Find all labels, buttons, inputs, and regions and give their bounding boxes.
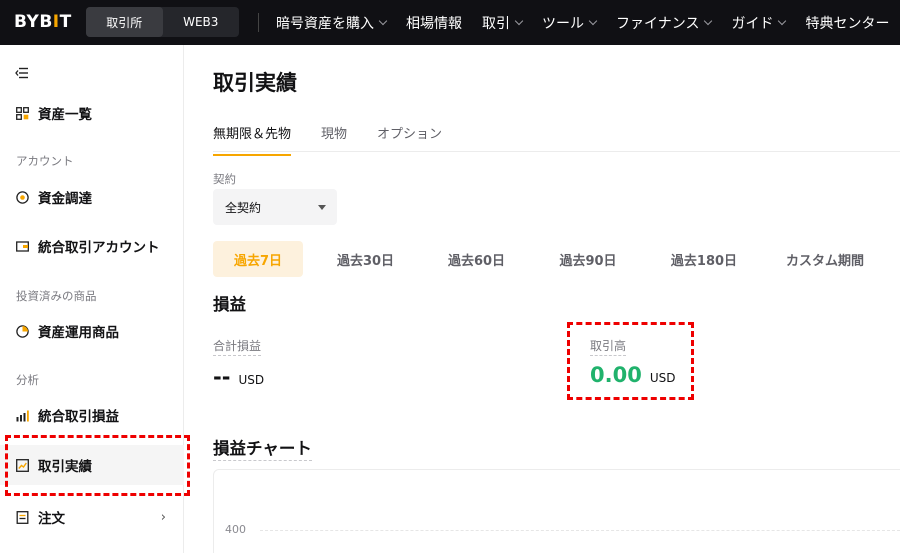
chevron-down-icon <box>778 16 787 25</box>
trend-chart-icon <box>16 458 29 472</box>
sidebar-item-label: 取引実績 <box>38 459 92 475</box>
caret-down-icon <box>318 205 326 210</box>
nav-link[interactable]: 取引 <box>482 13 524 33</box>
pnl-chart-title: 損益チャート <box>213 435 312 461</box>
nav-link[interactable]: 特典センター <box>805 13 889 33</box>
nav-link[interactable]: ファイナンス <box>616 13 713 33</box>
period-60d[interactable]: 過去60日 <box>428 241 525 277</box>
total-pnl-unit: USD <box>238 373 265 387</box>
nav-link[interactable]: ツール <box>542 13 598 33</box>
pnl-section-title: 損益 <box>213 295 246 314</box>
nav-link[interactable]: ガイド <box>731 13 787 33</box>
top-navigation: BYBIT 取引所 WEB3 暗号資産を購入 相場情報 取引 ツール ファイナンス ガイド… <box>0 0 900 45</box>
nav-link-label: 取引 <box>482 15 510 32</box>
sidebar-item-label: 資産一覧 <box>38 107 92 123</box>
bybit-logo[interactable]: BYBIT <box>14 12 72 32</box>
coin-icon <box>16 190 29 204</box>
trading-volume-number: 0.00 <box>590 363 642 387</box>
sidebar-item-earn[interactable]: 資産運用商品 <box>0 311 184 351</box>
sidebar-item-funding[interactable]: 資金調達 <box>0 177 184 217</box>
bar-chart-icon <box>16 410 29 421</box>
trading-volume-unit: USD <box>649 371 676 385</box>
trading-volume-value: 0.00 USD <box>590 363 675 387</box>
period-7d[interactable]: 過去7日 <box>213 241 303 277</box>
exchange-tab[interactable]: 取引所 <box>86 7 163 37</box>
chevron-down-icon <box>704 16 713 25</box>
chevron-down-icon <box>378 16 388 25</box>
grid-icon <box>16 106 29 120</box>
total-pnl-number: -- <box>213 365 231 389</box>
nav-link-label: 暗号資産を購入 <box>276 15 374 32</box>
period-custom[interactable]: カスタム期間 <box>757 241 893 277</box>
nav-link-label: ツール <box>542 15 584 32</box>
trading-volume-label: 取引高 <box>590 337 627 356</box>
sidebar-item-label: 統合取引損益 <box>38 409 119 425</box>
platform-switch: 取引所 WEB3 <box>86 7 239 37</box>
period-90d[interactable]: 過去90日 <box>525 241 651 277</box>
sidebar-item-label: 資産運用商品 <box>38 325 119 341</box>
section-label-invested: 投資済みの商品 <box>16 289 97 303</box>
chevron-down-icon <box>588 16 598 25</box>
nav-link[interactable]: 相場情報 <box>406 13 462 33</box>
contract-label: 契約 <box>213 172 236 186</box>
sidebar-item-unified-account[interactable]: 統合取引アカウント <box>0 226 184 266</box>
period-180d[interactable]: 過去180日 <box>651 241 757 277</box>
sidebar-item-label: 資金調達 <box>38 191 92 207</box>
chevron-right-icon: › <box>160 509 166 525</box>
period-30d[interactable]: 過去30日 <box>303 241 428 277</box>
sidebar: 資産一覧 アカウント 資金調達 統合取引アカウント 投資済みの商品 資産運用商品… <box>0 45 184 553</box>
nav-divider <box>258 13 259 32</box>
nav-link-label: 特典センター <box>805 15 890 32</box>
period-filter: 過去7日 過去30日 過去60日 過去90日 過去180日 カスタム期間 <box>213 241 893 277</box>
tabs-divider <box>213 151 900 152</box>
nav-links: 暗号資産を購入相場情報取引ツールファイナンスガイド特典センターもっ <box>276 0 900 45</box>
total-pnl-label: 合計損益 <box>213 337 262 356</box>
y-axis-tick: 400 <box>225 523 246 536</box>
nav-link[interactable]: 暗号資産を購入 <box>276 13 388 33</box>
sidebar-item-orders[interactable]: 注文 › <box>0 497 184 537</box>
total-pnl-value: -- USD <box>213 365 264 389</box>
pnl-chart-area <box>213 469 900 553</box>
wallet-icon <box>16 240 29 252</box>
sidebar-item-label: 統合取引アカウント <box>38 240 160 256</box>
logo-text-tail: T <box>59 12 72 32</box>
sidebar-item-unified-pnl[interactable]: 統合取引損益 <box>0 395 184 435</box>
page-title: 取引実績 <box>213 71 297 95</box>
logo-accent: I <box>52 12 60 32</box>
main-content: 取引実績 無期限＆先物 現物 オプション 契約 全契約 過去7日 過去30日 過… <box>185 45 900 553</box>
nav-link-label: ガイド <box>731 15 774 32</box>
chart-gridline <box>260 530 900 531</box>
nav-link-label: 相場情報 <box>406 15 462 32</box>
sidebar-item-label: 注文 <box>38 511 65 527</box>
earn-icon <box>16 324 29 338</box>
web3-tab[interactable]: WEB3 <box>163 7 240 37</box>
logo-text: BYB <box>14 12 53 32</box>
chevron-down-icon <box>514 16 524 25</box>
contract-select[interactable]: 全契約 <box>213 189 337 225</box>
document-icon <box>16 510 29 524</box>
contract-select-value: 全契約 <box>225 200 262 215</box>
sidebar-item-overview[interactable]: 資産一覧 <box>0 93 184 133</box>
section-label-account: アカウント <box>16 154 74 168</box>
section-label-analysis: 分析 <box>16 373 39 387</box>
nav-link-label: ファイナンス <box>616 15 700 32</box>
sidebar-item-trade-history[interactable]: 取引実績 <box>0 445 184 485</box>
collapse-menu-icon[interactable] <box>15 67 29 79</box>
